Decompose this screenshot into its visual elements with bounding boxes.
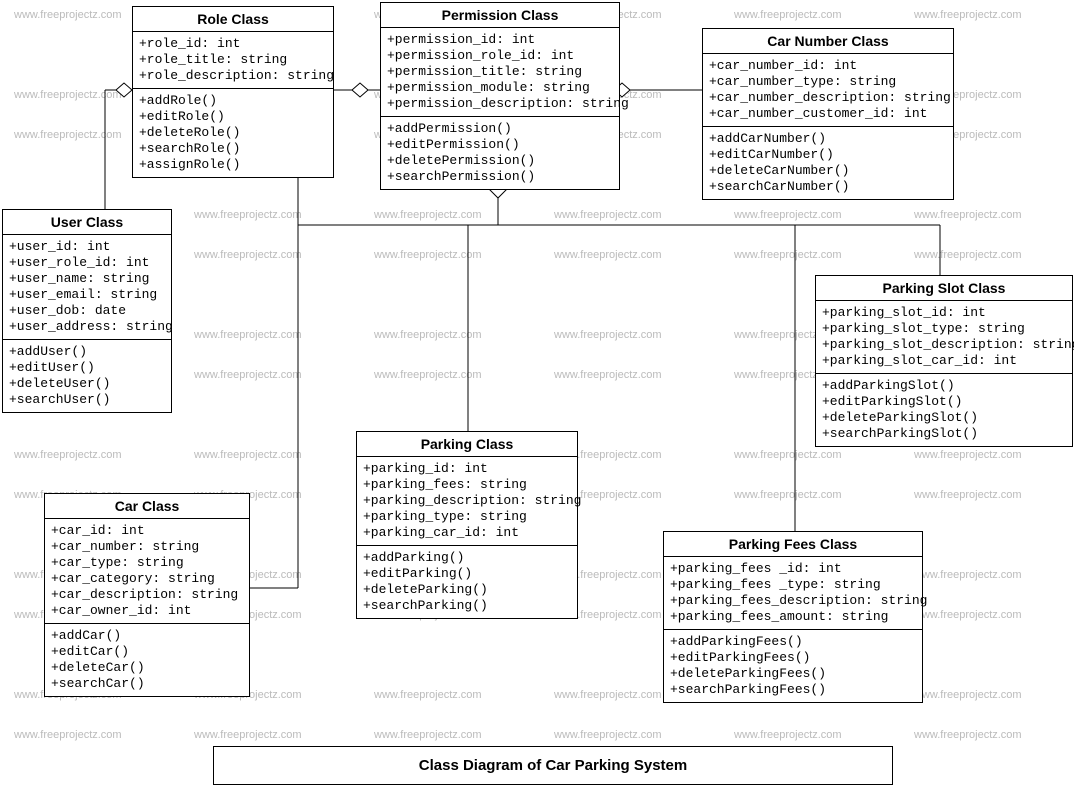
class-car: Car Class +car_id: int +car_number: stri…: [44, 493, 250, 697]
class-parking-title: Parking Class: [357, 432, 577, 457]
class-permission-attrs: +permission_id: int +permission_role_id:…: [381, 28, 619, 117]
class-car-ops: +addCar() +editCar() +deleteCar() +searc…: [45, 624, 249, 696]
class-user-title: User Class: [3, 210, 171, 235]
class-parking: Parking Class +parking_id: int +parking_…: [356, 431, 578, 619]
class-carnumber-ops: +addCarNumber() +editCarNumber() +delete…: [703, 127, 953, 199]
watermark: www.freeprojectz.com: [14, 9, 122, 21]
class-permission: Permission Class +permission_id: int +pe…: [380, 2, 620, 190]
class-role-ops: +addRole() +editRole() +deleteRole() +se…: [133, 89, 333, 177]
watermark: www.freeprojectz.com: [374, 689, 482, 701]
watermark: www.freeprojectz.com: [554, 329, 662, 341]
watermark: www.freeprojectz.com: [374, 249, 482, 261]
watermark: www.freeprojectz.com: [914, 569, 1022, 581]
watermark: www.freeprojectz.com: [374, 329, 482, 341]
class-carnumber: Car Number Class +car_number_id: int +ca…: [702, 28, 954, 200]
watermark: www.freeprojectz.com: [914, 609, 1022, 621]
class-permission-ops: +addPermission() +editPermission() +dele…: [381, 117, 619, 189]
class-user: User Class +user_id: int +user_role_id: …: [2, 209, 172, 413]
class-parking-ops: +addParking() +editParking() +deletePark…: [357, 546, 577, 618]
watermark: www.freeprojectz.com: [734, 9, 842, 21]
class-carnumber-title: Car Number Class: [703, 29, 953, 54]
watermark: www.freeprojectz.com: [14, 449, 122, 461]
watermark: www.freeprojectz.com: [914, 449, 1022, 461]
watermark: www.freeprojectz.com: [554, 209, 662, 221]
watermark: www.freeprojectz.com: [914, 729, 1022, 741]
watermark: www.freeprojectz.com: [194, 329, 302, 341]
class-role-attrs: +role_id: int +role_title: string +role_…: [133, 32, 333, 89]
watermark: www.freeprojectz.com: [374, 729, 482, 741]
class-car-attrs: +car_id: int +car_number: string +car_ty…: [45, 519, 249, 624]
watermark: www.freeprojectz.com: [914, 209, 1022, 221]
watermark: www.freeprojectz.com: [194, 249, 302, 261]
diagram-canvas: www.freeprojectz.com www.freeprojectz.com…: [0, 0, 1074, 792]
watermark: www.freeprojectz.com: [554, 729, 662, 741]
class-parkingslot-attrs: +parking_slot_id: int +parking_slot_type…: [816, 301, 1072, 374]
class-permission-title: Permission Class: [381, 3, 619, 28]
watermark: www.freeprojectz.com: [554, 689, 662, 701]
class-parkingslot: Parking Slot Class +parking_slot_id: int…: [815, 275, 1073, 447]
watermark: www.freeprojectz.com: [194, 209, 302, 221]
watermark: www.freeprojectz.com: [914, 249, 1022, 261]
watermark: www.freeprojectz.com: [374, 209, 482, 221]
class-car-title: Car Class: [45, 494, 249, 519]
watermark: www.freeprojectz.com: [14, 129, 122, 141]
watermark: www.freeprojectz.com: [734, 489, 842, 501]
watermark: www.freeprojectz.com: [914, 489, 1022, 501]
watermark: www.freeprojectz.com: [914, 9, 1022, 21]
watermark: www.freeprojectz.com: [554, 249, 662, 261]
watermark: www.freeprojectz.com: [194, 729, 302, 741]
watermark: www.freeprojectz.com: [374, 369, 482, 381]
class-parkingslot-ops: +addParkingSlot() +editParkingSlot() +de…: [816, 374, 1072, 446]
class-parking-attrs: +parking_id: int +parking_fees: string +…: [357, 457, 577, 546]
watermark: www.freeprojectz.com: [734, 209, 842, 221]
class-parkingslot-title: Parking Slot Class: [816, 276, 1072, 301]
watermark: www.freeprojectz.com: [14, 89, 122, 101]
watermark: www.freeprojectz.com: [914, 689, 1022, 701]
class-parkingfees-ops: +addParkingFees() +editParkingFees() +de…: [664, 630, 922, 702]
watermark: www.freeprojectz.com: [194, 449, 302, 461]
watermark: www.freeprojectz.com: [734, 249, 842, 261]
diagram-title: Class Diagram of Car Parking System: [213, 746, 893, 785]
watermark: www.freeprojectz.com: [734, 449, 842, 461]
class-user-ops: +addUser() +editUser() +deleteUser() +se…: [3, 340, 171, 412]
watermark: www.freeprojectz.com: [734, 729, 842, 741]
class-parkingfees: Parking Fees Class +parking_fees _id: in…: [663, 531, 923, 703]
class-carnumber-attrs: +car_number_id: int +car_number_type: st…: [703, 54, 953, 127]
class-role: Role Class +role_id: int +role_title: st…: [132, 6, 334, 178]
watermark: www.freeprojectz.com: [194, 369, 302, 381]
class-role-title: Role Class: [133, 7, 333, 32]
class-user-attrs: +user_id: int +user_role_id: int +user_n…: [3, 235, 171, 340]
class-parkingfees-title: Parking Fees Class: [664, 532, 922, 557]
class-parkingfees-attrs: +parking_fees _id: int +parking_fees _ty…: [664, 557, 922, 630]
watermark: www.freeprojectz.com: [554, 369, 662, 381]
watermark: www.freeprojectz.com: [14, 729, 122, 741]
diagram-title-text: Class Diagram of Car Parking System: [419, 757, 687, 774]
